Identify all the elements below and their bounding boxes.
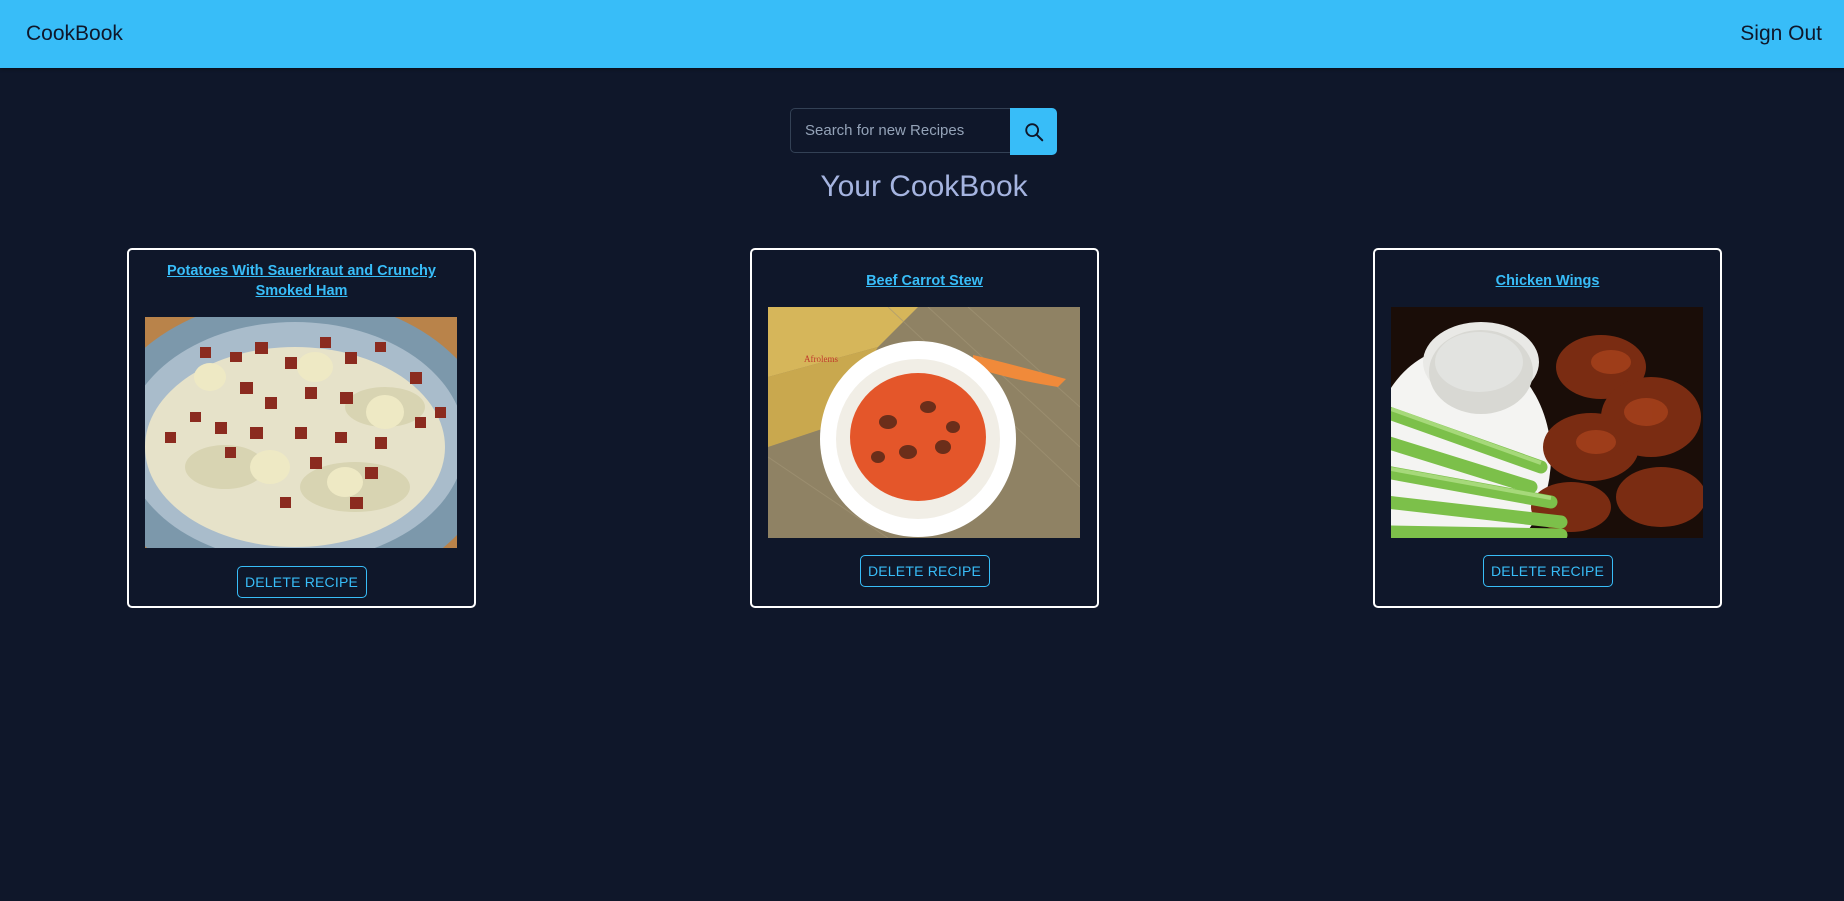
- top-navbar: CookBook Sign Out: [0, 0, 1844, 68]
- recipe-card: Potatoes With Sauerkraut and Crunchy Smo…: [127, 248, 476, 608]
- search-button[interactable]: [1010, 108, 1057, 155]
- search-bar: [790, 108, 1058, 155]
- search-input[interactable]: [790, 108, 1010, 153]
- delete-recipe-button[interactable]: DELETE RECIPE: [859, 555, 990, 587]
- recipe-title-link[interactable]: Potatoes With Sauerkraut and Crunchy Smo…: [143, 261, 460, 301]
- recipe-image: Afrolems: [768, 307, 1080, 538]
- recipe-image: [1391, 307, 1703, 538]
- delete-recipe-button[interactable]: DELETE RECIPE: [236, 566, 367, 598]
- search-icon: [1024, 122, 1043, 141]
- image-watermark: Afrolems: [804, 354, 838, 364]
- recipe-title-link[interactable]: Beef Carrot Stew: [766, 271, 1083, 291]
- recipe-image: [145, 317, 457, 548]
- recipe-title-link[interactable]: Chicken Wings: [1389, 271, 1706, 291]
- brand-logo-link[interactable]: CookBook: [26, 22, 123, 46]
- page-title: Your CookBook: [820, 170, 1028, 203]
- recipe-card: Chicken Wings DELETE RECIPE: [1373, 248, 1722, 608]
- delete-recipe-button[interactable]: DELETE RECIPE: [1482, 555, 1613, 587]
- sign-out-button[interactable]: Sign Out: [1740, 22, 1822, 46]
- recipe-card: Beef Carrot Stew Afrolems DELETE RECIPE: [750, 248, 1099, 608]
